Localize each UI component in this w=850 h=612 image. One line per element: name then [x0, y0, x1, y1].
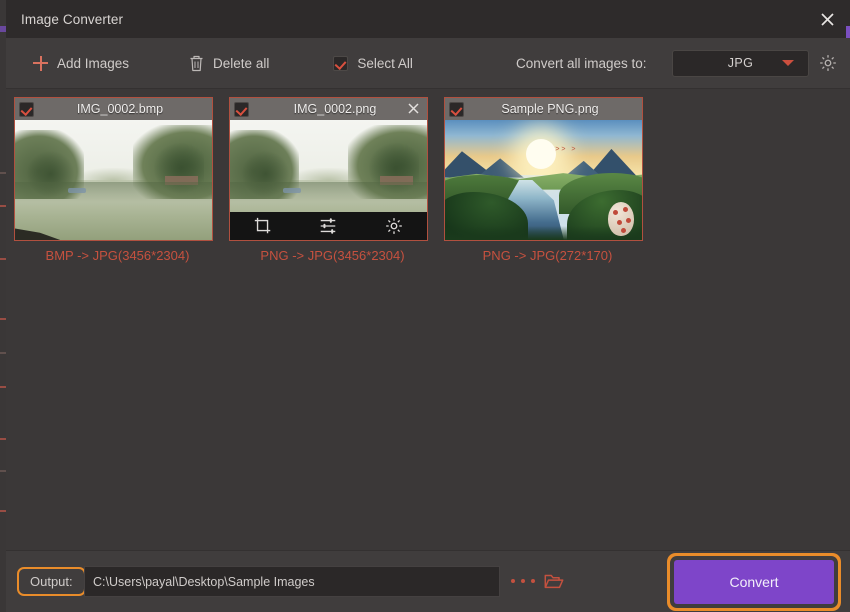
bottom-bar: Output: C:\Users\payal\Desktop\Sample Im… — [6, 550, 850, 612]
card-thumbnail: >> > — [445, 120, 642, 240]
list-item: Sample PNG.png >> > PNG -> JPG(272*170) — [444, 97, 651, 263]
crop-icon — [254, 217, 271, 234]
add-images-button[interactable]: Add Images — [33, 38, 129, 88]
folder-open-icon — [544, 574, 564, 589]
conversion-label: PNG -> JPG(3456*2304) — [260, 248, 405, 263]
gear-icon — [386, 218, 402, 234]
card-thumbnail — [230, 120, 427, 240]
toolbar: Add Images Delete all Select All Convert… — [6, 38, 850, 89]
close-window-button[interactable] — [804, 0, 850, 38]
delete-all-label: Delete all — [213, 55, 270, 71]
open-folder-button[interactable] — [543, 570, 565, 592]
card-header: IMG_0002.bmp — [15, 98, 212, 120]
card-filename: IMG_0002.bmp — [76, 102, 164, 116]
image-converter-window: Image Converter Add Images Delete all Se… — [6, 0, 850, 612]
title-bar: Image Converter — [6, 0, 850, 38]
card-header: IMG_0002.png — [230, 98, 427, 120]
list-item: IMG_0002.bmp BMP -> JPG(3456*2304) — [14, 97, 221, 263]
select-all-label: Select All — [357, 55, 413, 71]
card-hover-toolbar — [230, 212, 427, 240]
card-checkbox-icon[interactable] — [449, 101, 464, 117]
select-all-toggle[interactable]: Select All — [333, 38, 413, 88]
adjust-button[interactable] — [318, 216, 338, 236]
format-settings-button[interactable] — [818, 53, 838, 73]
lake-photo — [15, 120, 212, 240]
output-format-value: JPG — [727, 56, 754, 70]
output-label[interactable]: Output: — [17, 567, 86, 596]
adjust-sliders-icon — [321, 218, 336, 234]
close-icon — [408, 103, 419, 114]
valley-illustration: >> > — [445, 120, 642, 240]
chevron-down-icon — [782, 60, 794, 66]
conversion-label: PNG -> JPG(272*170) — [482, 248, 613, 263]
checkbox-checked-icon[interactable] — [333, 55, 349, 71]
thumbnail-area: IMG_0002.bmp BMP -> JPG(3456*2304) IMG_0… — [6, 89, 850, 550]
gear-icon — [820, 55, 836, 71]
remove-image-button[interactable] — [405, 100, 422, 117]
output-format-select[interactable]: JPG — [672, 49, 809, 77]
card-header: Sample PNG.png — [445, 98, 642, 120]
card-filename: Sample PNG.png — [501, 102, 599, 116]
trash-icon — [190, 55, 203, 71]
card-thumbnail — [15, 120, 212, 240]
convert-all-to-label: Convert all images to: — [516, 55, 647, 71]
delete-all-button[interactable]: Delete all — [189, 38, 269, 88]
close-icon — [820, 12, 834, 26]
crop-button[interactable] — [253, 216, 273, 236]
card-checkbox-icon[interactable] — [19, 101, 34, 117]
thumbnail-list: IMG_0002.bmp BMP -> JPG(3456*2304) IMG_0… — [6, 89, 850, 263]
window-title: Image Converter — [21, 11, 124, 27]
image-card[interactable]: IMG_0002.bmp — [14, 97, 213, 241]
list-item: IMG_0002.png PNG -> JPG(3456*2304) — [229, 97, 436, 263]
ellipsis-icon[interactable] — [511, 573, 535, 589]
convert-button[interactable]: Convert — [674, 560, 834, 604]
card-settings-button[interactable] — [384, 216, 404, 236]
card-filename: IMG_0002.png — [293, 102, 377, 116]
add-images-label: Add Images — [57, 55, 130, 71]
image-card[interactable]: IMG_0002.png — [229, 97, 428, 241]
card-checkbox-icon[interactable] — [234, 101, 249, 117]
conversion-label: BMP -> JPG(3456*2304) — [45, 248, 190, 263]
image-card[interactable]: Sample PNG.png >> > — [444, 97, 643, 241]
accent-sliver — [846, 26, 850, 38]
plus-icon — [33, 55, 48, 71]
output-path-input[interactable]: C:\Users\payal\Desktop\Sample Images — [84, 566, 500, 597]
